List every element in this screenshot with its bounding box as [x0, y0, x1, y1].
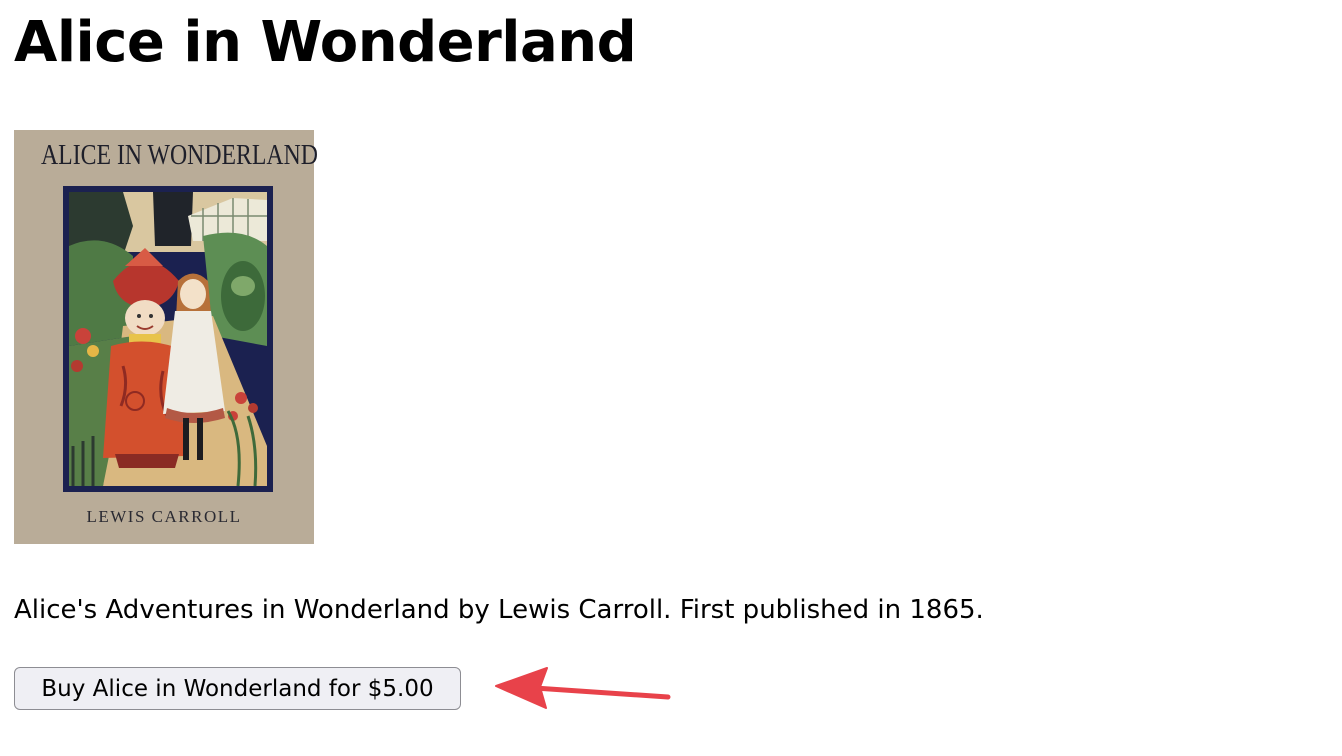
cover-title: ALICE IN WONDERLAND: [41, 139, 318, 171]
book-description: Alice's Adventures in Wonderland by Lewi…: [14, 595, 984, 625]
cover-illustration: [63, 186, 273, 492]
arrow-left-icon: [495, 667, 671, 709]
cover-author: LEWIS CARROLL: [86, 507, 242, 526]
buy-button[interactable]: Buy Alice in Wonderland for $5.00: [14, 667, 461, 710]
page-title: Alice in Wonderland: [14, 10, 637, 75]
product-page: Alice in Wonderland ALICE IN WONDERLAND: [0, 0, 1342, 756]
book-cover-image: ALICE IN WONDERLAND LEWIS CARROLL: [14, 130, 318, 544]
